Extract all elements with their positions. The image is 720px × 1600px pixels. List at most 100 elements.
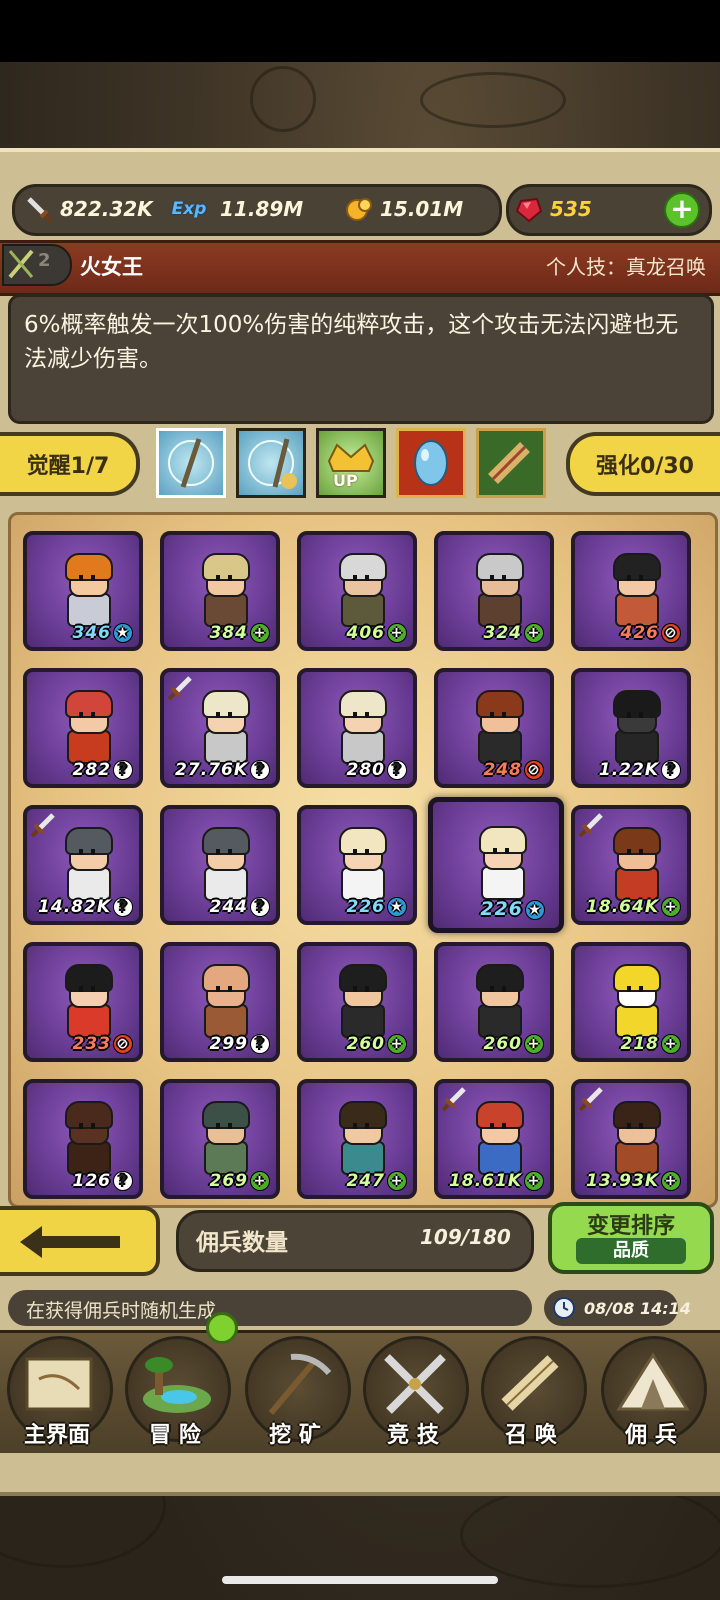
mercenary-portrait [194, 960, 254, 1038]
gold-coin-icon [344, 195, 374, 223]
mercenary-level: 226 ★ [433, 898, 545, 920]
nav-mining-label: 挖 矿 [269, 1423, 321, 1448]
mercenary-status-icon: + [524, 623, 544, 643]
ruby-icon [514, 195, 544, 223]
mercenary-card[interactable]: 218 + [571, 942, 691, 1062]
mercenary-card[interactable]: 260 + [434, 942, 554, 1062]
mercenary-status-icon: ? [113, 897, 133, 917]
add-gems-button[interactable]: + [664, 192, 700, 228]
back-button[interactable] [0, 1206, 160, 1276]
clock-icon [553, 1297, 575, 1319]
nav-summon-label: 召 唤 [505, 1423, 557, 1448]
mercenary-portrait [605, 686, 665, 764]
mercenary-status-icon: ? [387, 760, 407, 780]
mercenary-level: 280? [301, 760, 407, 780]
adventure-notification-dot [206, 1312, 238, 1344]
sword-icon [24, 195, 54, 223]
mercenary-level: 406 + [301, 623, 407, 643]
exp-value: 11.89M [220, 197, 304, 221]
mercenary-level: 247 + [301, 1171, 407, 1191]
hero-rank-badge [2, 244, 72, 286]
mercenary-card[interactable]: 260 + [297, 942, 417, 1062]
mercenary-level: 1.22K? [575, 760, 681, 780]
mercenary-portrait [57, 549, 117, 627]
awaken-magic-circle-icon[interactable] [156, 428, 226, 498]
mercenary-portrait [605, 1097, 665, 1175]
mercenary-level: 269 + [164, 1171, 270, 1191]
home-indicator[interactable] [222, 1576, 498, 1584]
mercenary-status-icon: ? [250, 1034, 270, 1054]
mercenary-level: 346 ★ [27, 623, 133, 643]
mercenary-status-icon: + [387, 1034, 407, 1054]
skill-description: 6%概率触发一次100%伤害的纯粹攻击，这个攻击无法闪避也无法减少伤害。 [24, 312, 679, 372]
mercenary-status-icon: + [661, 1034, 681, 1054]
mercenary-portrait [57, 960, 117, 1038]
enhance-button[interactable]: 强化0/30 [566, 432, 720, 496]
mercenary-portrait [331, 549, 391, 627]
crown-up-icon[interactable]: UP [316, 428, 386, 498]
hero-rank-number: 2 [38, 250, 51, 271]
mercenary-portrait [194, 823, 254, 901]
mercenary-card[interactable]: 226 ★ [297, 805, 417, 925]
mercenary-card[interactable]: 269 + [160, 1079, 280, 1199]
mercenary-portrait [468, 960, 528, 1038]
mercenary-status-icon: ? [113, 760, 133, 780]
nav-main-label: 主界面 [23, 1423, 90, 1448]
egg-icon[interactable] [396, 428, 466, 498]
mercenary-grid: 346 ★ 384 + 406 + 324 + 426 ⊘ 282? 27.76K? 280? 248 ⊘ 1… [8, 512, 718, 1208]
mercenary-card[interactable]: 27.76K? [160, 668, 280, 788]
hero-name: 火女王 [80, 255, 143, 279]
mercenary-card[interactable]: 233 ⊘ [23, 942, 143, 1062]
mercenary-card[interactable]: 426 ⊘ [571, 531, 691, 651]
mercenary-card[interactable]: 247 + [297, 1079, 417, 1199]
upgrade-magic-circle-icon[interactable] [236, 428, 306, 498]
mercenary-card[interactable]: 13.93K + [571, 1079, 691, 1199]
mercenary-status-icon: + [524, 1171, 544, 1191]
mercenary-card[interactable]: 226 ★ [428, 797, 564, 933]
mercenary-portrait [57, 686, 117, 764]
attack-value: 822.32K [60, 197, 153, 221]
mercenary-portrait [57, 1097, 117, 1175]
mercenary-card[interactable]: 126? [23, 1079, 143, 1199]
mercenary-portrait [57, 823, 117, 901]
mercenary-level: 27.76K? [164, 760, 270, 780]
weapon-tag-icon [577, 811, 605, 839]
mercenary-status-icon: + [250, 1171, 270, 1191]
mercenary-card[interactable]: 18.61K + [434, 1079, 554, 1199]
mercenary-card[interactable]: 244? [160, 805, 280, 925]
awaken-button[interactable]: 觉醒1/7 [0, 432, 140, 496]
up-text: UP [333, 471, 358, 490]
mercenary-portrait [605, 823, 665, 901]
mercenary-portrait [331, 686, 391, 764]
mercenary-card[interactable]: 299? [160, 942, 280, 1062]
mercenary-status-icon: ⊘ [113, 1034, 133, 1054]
mercenary-card[interactable]: 384 + [160, 531, 280, 651]
mercenary-level: 324 + [438, 623, 544, 643]
mercenary-portrait [331, 1097, 391, 1175]
weapon-tag-icon [577, 1085, 605, 1113]
mercenary-status-icon: ★ [387, 897, 407, 917]
mercenary-card[interactable]: 280? [297, 668, 417, 788]
mercenary-status-icon: + [387, 623, 407, 643]
mercenary-status-icon: + [661, 897, 681, 917]
mercenary-level: 218 + [575, 1034, 681, 1054]
nav-mercenary-label: 佣 兵 [625, 1423, 677, 1448]
mercenary-card[interactable]: 282? [23, 668, 143, 788]
mercenary-card[interactable]: 248 ⊘ [434, 668, 554, 788]
weapon-tag-icon [440, 1085, 468, 1113]
mercenary-level: 282? [27, 760, 133, 780]
mercenary-card[interactable]: 18.64K + [571, 805, 691, 925]
mercenary-level: 384 + [164, 623, 270, 643]
exp-icon: Exp [171, 199, 207, 219]
mercenary-card[interactable]: 406 + [297, 531, 417, 651]
weapon-tag-icon [29, 811, 57, 839]
mercenary-status-icon: + [250, 623, 270, 643]
scroll-icon[interactable] [476, 428, 546, 498]
mercenary-card[interactable]: 324 + [434, 531, 554, 651]
mercenary-card[interactable]: 346 ★ [23, 531, 143, 651]
exp-resource: Exp 11.89M [164, 194, 304, 224]
mercenary-level: 233 ⊘ [27, 1034, 133, 1054]
mercenary-card[interactable]: 14.82K? [23, 805, 143, 925]
mercenary-card[interactable]: 1.22K? [571, 668, 691, 788]
mercenary-level: 244? [164, 897, 270, 917]
